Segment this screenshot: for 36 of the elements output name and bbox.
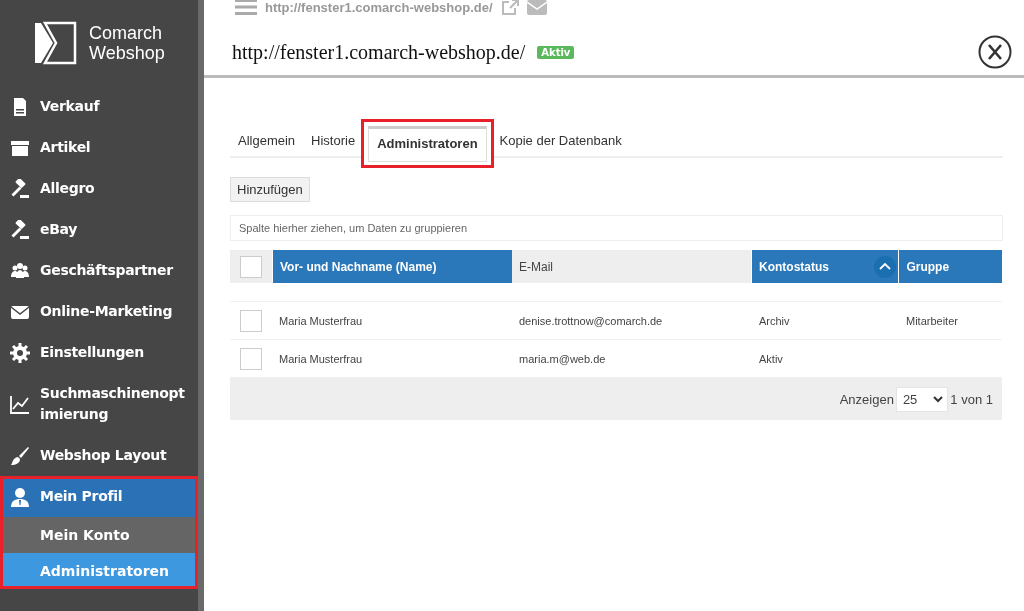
page-size-select[interactable]: 25 <box>895 386 949 412</box>
table-cell: Mitarbeiter <box>906 314 958 327</box>
sidebar-item[interactable]: Geschäftspartner <box>0 250 198 291</box>
tab[interactable]: Administratoren <box>368 126 487 162</box>
tab[interactable]: Kopie der Datenbank <box>491 125 630 156</box>
table-cell: Maria Musterfrau <box>279 352 363 365</box>
logo-text: Comarch <box>89 23 164 43</box>
column-header[interactable]: Kontostatus <box>751 250 899 283</box>
sidebar-item[interactable]: Verkauf <box>0 86 198 127</box>
sidebar-item[interactable]: Mein Profil <box>3 476 195 517</box>
column-header[interactable]: Vor- und Nachname (Name) <box>272 250 512 283</box>
sidebar-item[interactable]: Online-Marketing <box>0 291 198 332</box>
add-button[interactable]: Hinzufügen <box>230 177 310 202</box>
pager-label: Anzeigen <box>839 391 894 407</box>
logo-text: Webshop <box>89 43 165 63</box>
page-title: http://fenster1.comarch-webshop.de/ <box>232 40 526 64</box>
sidebar-item[interactable]: eBay <box>0 209 198 250</box>
tab[interactable]: Allgemein <box>230 125 304 156</box>
status-badge: Aktiv <box>537 45 575 59</box>
sidebar-item[interactable]: Webshop Layout <box>0 435 198 476</box>
sidebar-item[interactable]: Allegro <box>0 168 198 209</box>
page-info: 1 von 1 <box>950 391 993 407</box>
sidebar-item[interactable]: Einstellungen <box>0 332 198 373</box>
column-header[interactable]: E-Mail <box>512 250 751 283</box>
column-header[interactable]: Gruppe <box>898 250 1002 283</box>
table-cell: denise.trottnow@comarch.de <box>519 314 663 327</box>
table-cell: Archiv <box>759 314 790 327</box>
tab[interactable]: Historie <box>303 125 364 156</box>
sidebar-item[interactable]: Artikel <box>0 127 198 168</box>
sidebar-item[interactable]: Suchmaschinenopt imierung <box>0 373 198 435</box>
table-cell: maria.m@web.de <box>519 352 606 365</box>
table-cell: Maria Musterfrau <box>279 314 363 327</box>
url-text: http://fenster1.comarch-webshop.de/ <box>265 0 493 15</box>
sidebar-subitem[interactable]: Mein Konto <box>3 517 195 553</box>
group-hint: Spalte hierher ziehen, um Daten zu gruppieren <box>239 222 468 234</box>
table-cell: Aktiv <box>759 352 783 365</box>
